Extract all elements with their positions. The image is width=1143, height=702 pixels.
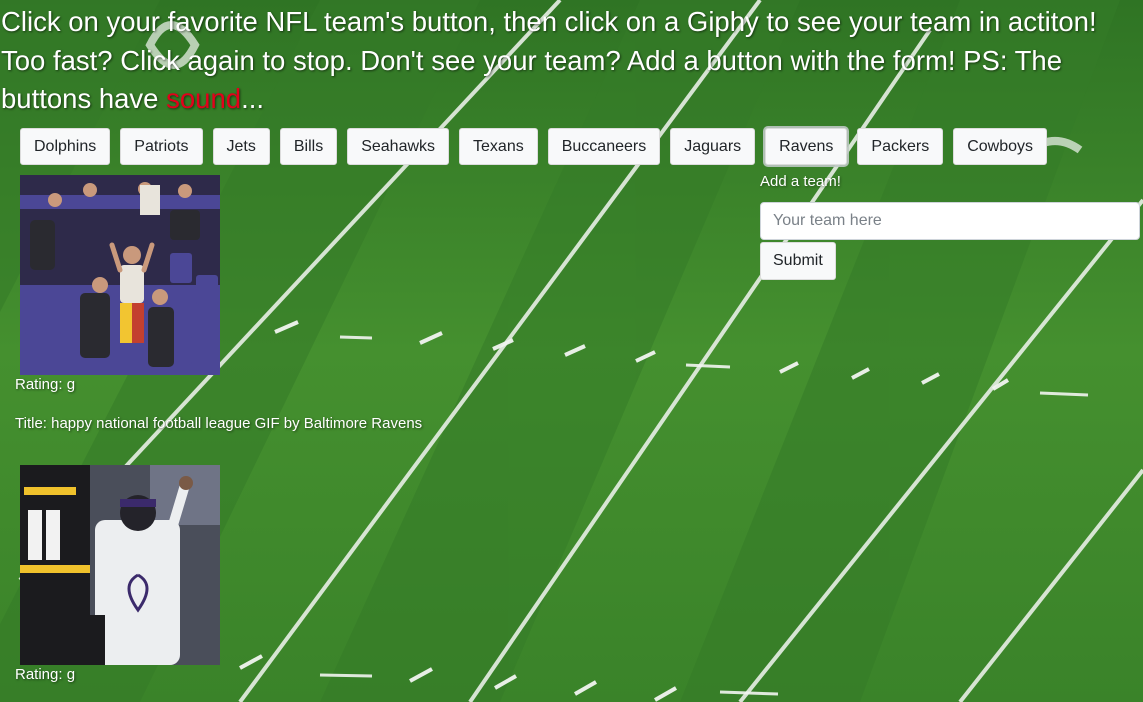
team-button-dolphins[interactable]: Dolphins [20,128,111,165]
team-button-texans[interactable]: Texans [459,128,538,165]
gif-card: Rating: g Title: happy national football… [15,175,515,433]
sound-highlight: sound [166,83,242,114]
team-name-input[interactable] [760,202,1140,240]
gif-card: Rating: g [15,465,515,684]
team-button-buccaneers[interactable]: Buccaneers [547,128,661,165]
page-instructions: Click on your favorite NFL team's button… [1,3,1136,119]
team-button-ravens[interactable]: Ravens [765,128,848,165]
gif-rating: Rating: g [15,376,76,393]
team-button-row: Dolphins Patriots Jets Bills Seahawks Te… [20,128,1048,165]
page-content: Click on your favorite NFL team's button… [0,0,1143,702]
team-button-patriots[interactable]: Patriots [120,128,203,165]
ravens-fans-gif[interactable] [20,175,220,375]
gif-rating: Rating: g [15,666,76,683]
ravens-players-gif[interactable] [20,465,220,665]
team-button-cowboys[interactable]: Cowboys [953,128,1048,165]
team-button-seahawks[interactable]: Seahawks [347,128,450,165]
instructions-trailing: ... [241,83,264,114]
submit-button[interactable]: Submit [760,242,836,280]
team-button-bills[interactable]: Bills [279,128,338,165]
team-button-jaguars[interactable]: Jaguars [670,128,756,165]
add-team-form: Add a team! Submit [760,172,1140,280]
gif-title: Title: happy national football league GI… [15,415,423,432]
team-button-jets[interactable]: Jets [212,128,270,165]
add-team-label: Add a team! [760,173,841,190]
team-button-packers[interactable]: Packers [857,128,944,165]
